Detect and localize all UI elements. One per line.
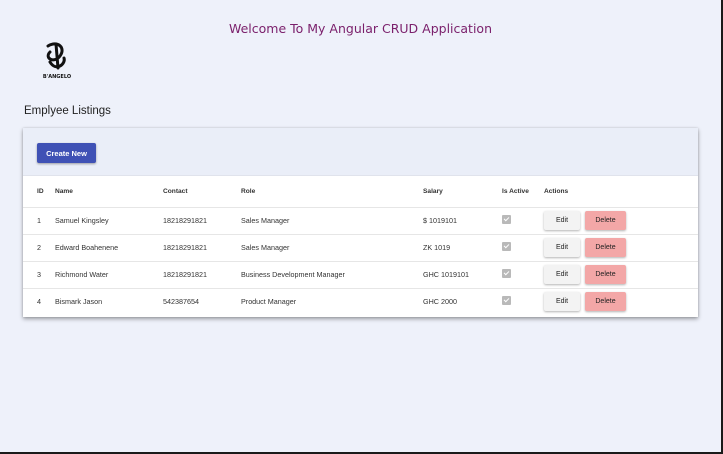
cell-id: 2 xyxy=(23,234,55,262)
cell-name: Edward Boahenene xyxy=(55,234,163,262)
cell-name: Richmond Water xyxy=(55,261,163,289)
card-toolbar: Create New xyxy=(23,128,698,176)
cell-contact: 18218291821 xyxy=(163,261,241,289)
cell-contact: 18218291821 xyxy=(163,207,241,235)
is-active-checkbox[interactable] xyxy=(502,269,511,278)
delete-button[interactable]: Delete xyxy=(585,265,626,284)
cell-salary: GHC 2000 xyxy=(423,297,457,307)
create-new-button[interactable]: Create New xyxy=(37,143,96,163)
cell-actions: Edit Delete xyxy=(544,207,698,235)
employee-table: ID Name Contact Role Salary Is Active Ac… xyxy=(23,176,698,315)
cell-actions: Edit Delete xyxy=(544,234,698,262)
cell-contact: 18218291821 xyxy=(163,234,241,262)
edit-button[interactable]: Edit xyxy=(544,265,580,284)
cell-role: Sales Manager xyxy=(241,234,423,262)
table-row: 1 Samuel Kingsley 18218291821 Sales Manager… xyxy=(23,207,698,235)
column-header-is-active: Is Active xyxy=(502,176,544,208)
table-header-row: ID Name Contact Role Salary Is Active Ac… xyxy=(23,176,698,208)
cell-name: Samuel Kingsley xyxy=(55,207,163,235)
table-row: 3 Richmond Water 18218291821 Business Devel… xyxy=(23,261,698,289)
table-row: 2 Edward Boahenene 18218291821 Sales Manage… xyxy=(23,234,698,262)
cell-is-active xyxy=(502,234,544,262)
cell-is-active xyxy=(502,288,544,315)
cell-actions: Edit Delete xyxy=(544,288,698,315)
delete-button[interactable]: Delete xyxy=(585,238,626,257)
is-active-checkbox[interactable] xyxy=(502,296,511,306)
cell-role: Business Development Manager xyxy=(241,261,423,289)
employee-table-card: Create New ID Name Contact Role Salary I… xyxy=(23,128,698,317)
delete-button[interactable]: Delete xyxy=(585,292,626,312)
table-row: 4 Bismark Jason 542387654 Product Manager GH… xyxy=(23,288,698,315)
cell-name: Bismark Jason xyxy=(55,297,103,307)
is-active-checkbox[interactable] xyxy=(502,242,511,251)
brand-logo: B'ANGELO xyxy=(43,42,71,80)
is-active-checkbox[interactable] xyxy=(502,215,511,224)
column-header-contact: Contact xyxy=(163,176,241,208)
cell-id: 3 xyxy=(23,261,55,289)
page-title: Emplyee Listings xyxy=(24,105,111,117)
edit-button[interactable]: Edit xyxy=(544,292,580,312)
cell-is-active xyxy=(502,207,544,235)
delete-button[interactable]: Delete xyxy=(585,211,626,230)
cell-id: 4 xyxy=(37,297,41,307)
cell-role: Product Manager xyxy=(241,297,297,307)
cell-salary: ZK 1019 xyxy=(423,234,502,262)
column-header-salary: Salary xyxy=(423,176,502,208)
cell-is-active xyxy=(502,261,544,289)
column-header-name: Name xyxy=(55,176,163,208)
edit-button[interactable]: Edit xyxy=(544,238,580,257)
welcome-heading: Welcome To My Angular CRUD Application xyxy=(228,21,493,36)
column-header-actions: Actions xyxy=(544,176,698,208)
cell-salary: $ 1019101 xyxy=(423,207,502,235)
cell-role: Sales Manager xyxy=(241,207,423,235)
cell-actions: Edit Delete xyxy=(544,261,698,289)
cell-id: 1 xyxy=(23,207,55,235)
column-header-id: ID xyxy=(23,176,55,208)
cell-salary: GHC 1019101 xyxy=(423,261,502,289)
logo-text: B'ANGELO xyxy=(43,74,71,80)
cell-contact: 542387654 xyxy=(163,297,199,307)
column-header-role: Role xyxy=(241,176,423,208)
edit-button[interactable]: Edit xyxy=(544,211,580,230)
